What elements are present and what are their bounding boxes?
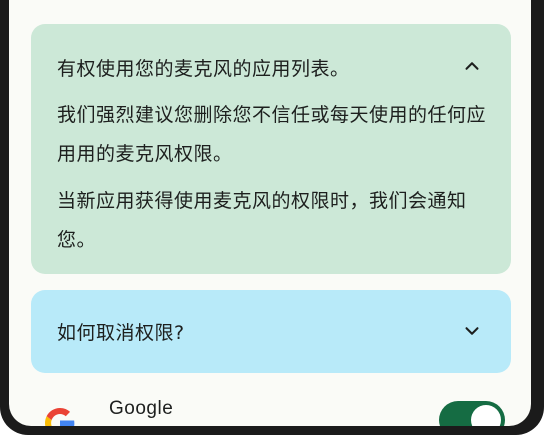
screen: 有权使用您的麦克风的应用列表。 我们强烈建议您删除您不信任或每天使用的任何应用用… — [9, 0, 531, 426]
accordion-permitted-apps-title[interactable]: 有权使用您的麦克风的应用列表。 — [57, 54, 350, 81]
chevron-down-icon[interactable] — [461, 320, 483, 342]
toggle-knob — [471, 405, 501, 426]
accordion-permitted-apps-paragraph-1: 我们强烈建议您删除您不信任或每天使用的任何应用用的麦克风权限。 — [57, 104, 487, 165]
accordion-permitted-apps: 有权使用您的麦克风的应用列表。 我们强烈建议您删除您不信任或每天使用的任何应用用… — [31, 24, 511, 274]
app-list-item[interactable]: Google — [9, 390, 531, 426]
accordion-permitted-apps-paragraph-2: 当新应用获得使用麦克风的权限时，我们会通知您。 — [57, 190, 467, 251]
app-name: Google — [109, 398, 174, 419]
accordion-revoke-permission-title[interactable]: 如何取消权限? — [57, 318, 185, 345]
microphone-permission-toggle[interactable] — [439, 401, 505, 426]
device-frame: 有权使用您的麦克风的应用列表。 我们强烈建议您删除您不信任或每天使用的任何应用用… — [0, 0, 544, 435]
accordion-revoke-permission[interactable]: 如何取消权限? — [31, 290, 511, 373]
google-logo-icon — [45, 408, 75, 426]
chevron-up-icon[interactable] — [461, 55, 483, 77]
